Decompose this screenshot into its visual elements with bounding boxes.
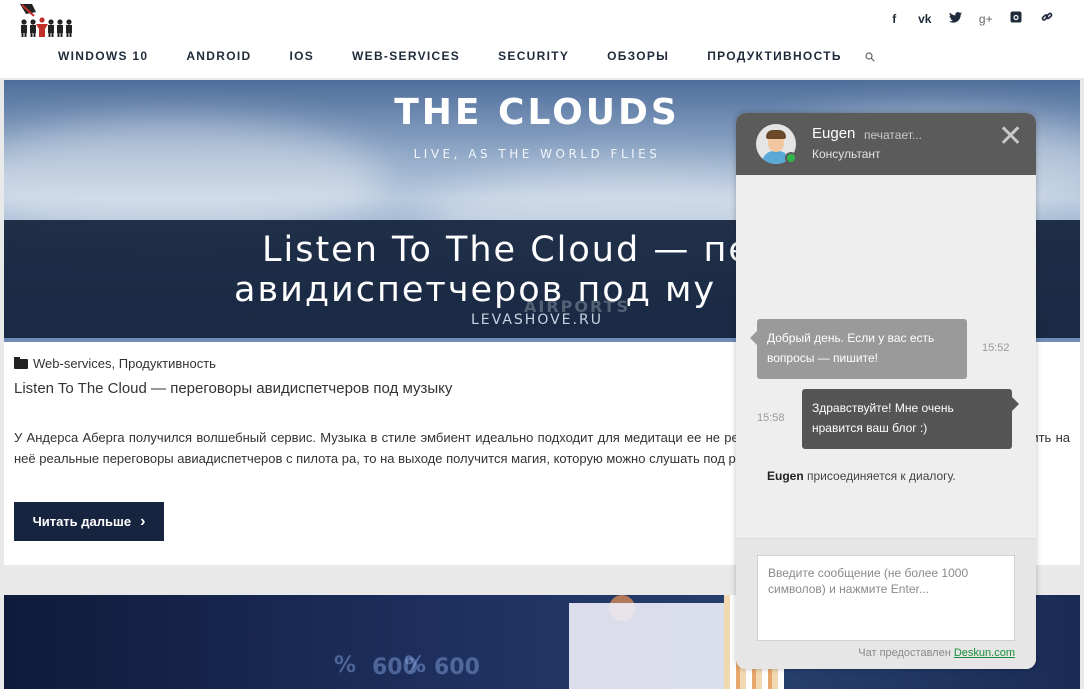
nav-item-security[interactable]: SECURITY: [498, 49, 569, 67]
post-title[interactable]: Listen To The Cloud — переговоры авидисп…: [14, 380, 452, 397]
google-plus-icon[interactable]: g+: [971, 10, 1002, 28]
facebook-icon[interactable]: f: [879, 10, 910, 28]
site-logo[interactable]: [18, 2, 74, 38]
chat-message-input[interactable]: [757, 555, 1015, 641]
system-text: присоединяется к диалогу.: [803, 469, 956, 483]
system-agent-name: Eugen: [767, 469, 804, 483]
chat-footer: Чат предоставлен Deskun.com: [736, 538, 1036, 669]
deskun-link[interactable]: Deskun.com: [954, 647, 1015, 659]
nav-item-ios[interactable]: IOS: [289, 49, 314, 67]
nav-item-android[interactable]: ANDROID: [186, 49, 251, 67]
chat-widget: Eugen печатает... Консультант ✕ Добрый д…: [736, 113, 1036, 669]
avatar-hair: [766, 130, 786, 139]
agent-message: Добрый день. Если у вас есть вопросы — п…: [750, 319, 967, 379]
post-categories: Web-services, Продуктивность: [14, 356, 216, 371]
nav-item-web-services[interactable]: WEB-SERVICES: [352, 49, 460, 67]
decorative-number: %: [404, 653, 427, 678]
powered-by-text: Чат предоставлен: [858, 647, 954, 659]
vk-icon[interactable]: vk: [910, 10, 941, 28]
online-status-icon: [785, 152, 797, 164]
message-time: 15:52: [982, 342, 1010, 354]
user-message: Здравствуйте! Мне очень нравится ваш бло…: [802, 389, 1019, 449]
close-icon[interactable]: ✕: [998, 122, 1023, 152]
main-nav: WINDOWS 10 ANDROID IOS WEB-SERVICES SECU…: [39, 49, 875, 67]
search-icon[interactable]: [865, 49, 875, 67]
link-icon[interactable]: [1032, 10, 1063, 28]
decorative-number: 600: [434, 655, 480, 680]
powered-by: Чат предоставлен Deskun.com: [858, 647, 1015, 659]
nav-item-reviews[interactable]: ОБЗОРЫ: [607, 49, 669, 67]
nav-item-windows-10[interactable]: WINDOWS 10: [58, 49, 148, 67]
read-more-button[interactable]: Читать дальше ›: [14, 502, 164, 541]
hero-site-name: LEVASHOVE.RU: [471, 312, 603, 328]
social-links: f vk g+: [879, 10, 1062, 28]
instagram-icon[interactable]: [1001, 10, 1032, 28]
chart-panel-graphic: [569, 603, 749, 689]
agent-name: Eugen: [812, 125, 856, 142]
read-more-label: Читать дальше: [32, 514, 132, 529]
nav-item-productivity[interactable]: ПРОДУКТИВНОСТЬ: [707, 49, 842, 67]
typing-status: печатает...: [864, 128, 922, 142]
twitter-icon[interactable]: [940, 10, 971, 28]
agent-role: Консультант: [812, 147, 881, 161]
chat-header: Eugen печатает... Консультант ✕: [736, 113, 1036, 175]
category-link[interactable]: Web-services: [33, 356, 112, 371]
category-link[interactable]: Продуктивность: [119, 356, 216, 371]
folder-icon: [14, 356, 28, 369]
site-header: f vk g+ WINDOWS 10 ANDROID IOS WEB-SERVI…: [0, 0, 1084, 78]
chevron-right-icon: ›: [140, 512, 146, 530]
system-message: Eugen присоединяется к диалогу.: [767, 469, 956, 483]
decorative-number: %: [334, 653, 357, 678]
message-time: 15:58: [757, 412, 785, 424]
